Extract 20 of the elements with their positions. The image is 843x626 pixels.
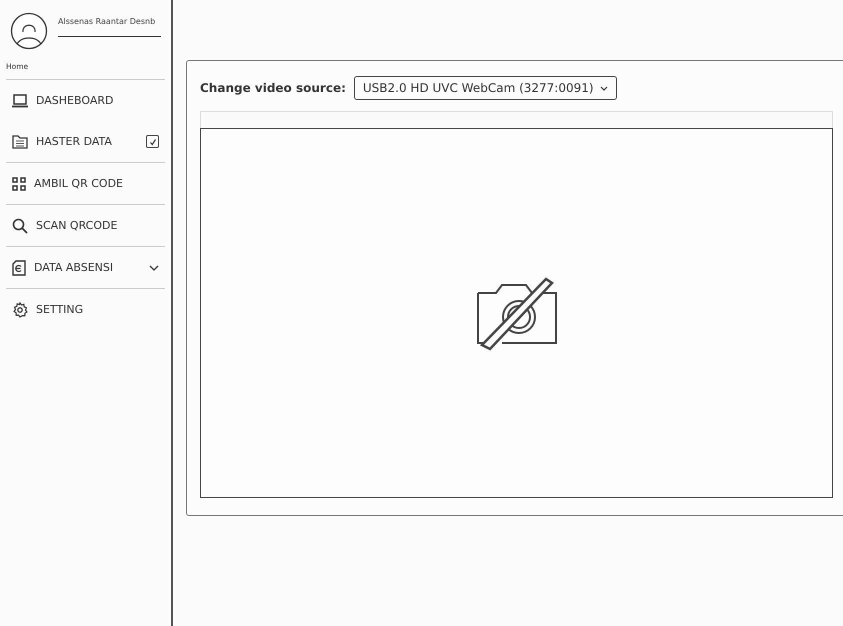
menu-item[interactable]: SCAN QRCODE	[0, 205, 171, 246]
video-source-dropdown[interactable]: USB2.0 HD UVC WebCam (3277:0091)	[354, 76, 617, 100]
checkbox[interactable]	[146, 135, 159, 148]
menu-item[interactable]: DASHEBOARD	[0, 80, 171, 121]
search-icon	[12, 218, 28, 234]
chevron-icon[interactable]	[149, 264, 159, 270]
settings-icon	[12, 302, 28, 318]
menu-item[interactable]: AMBIL QR CODE	[0, 163, 171, 204]
folder-icon	[12, 134, 28, 148]
video-source-label: Change video source:	[200, 81, 346, 95]
menu-item[interactable]: HASTER DATA	[0, 121, 171, 162]
grid-icon	[12, 176, 26, 190]
menu-item[interactable]: SETTING	[0, 289, 171, 330]
laptop-icon	[12, 94, 28, 108]
avatar-icon	[10, 12, 48, 50]
caret-icon	[600, 86, 608, 90]
checkmark-icon	[148, 138, 156, 146]
user-name: Alssenas Raantar Desnb	[58, 12, 161, 37]
document-icon	[12, 260, 26, 276]
menu-item[interactable]: DATA ABSENSI	[0, 247, 171, 288]
